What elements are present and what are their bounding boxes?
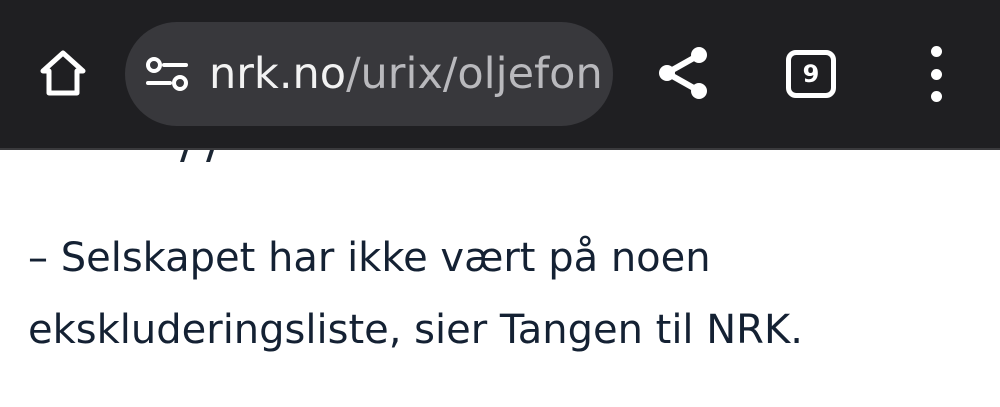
site-settings-button[interactable] xyxy=(143,52,191,96)
toolbar-divider xyxy=(0,148,1000,150)
home-button[interactable] xyxy=(30,40,96,106)
url-text[interactable]: nrk.no/urix/oljefon xyxy=(209,22,605,126)
url-host: nrk.no xyxy=(209,49,347,99)
browser-toolbar: nrk.no/urix/oljefon 9 xyxy=(0,0,1000,148)
home-icon xyxy=(40,50,86,96)
url-path: /urix/oljefon xyxy=(346,49,603,99)
tab-switcher-button[interactable]: 9 xyxy=(786,50,836,98)
menu-dot xyxy=(930,46,942,57)
share-icon xyxy=(659,47,707,99)
menu-dot xyxy=(930,68,942,80)
article-paragraph: – Selskapet har ikke vært på noen eksklu… xyxy=(28,235,803,353)
more-vert-icon[interactable] xyxy=(916,46,956,102)
tab-count: 9 xyxy=(802,60,820,88)
address-bar[interactable]: nrk.no/urix/oljefon xyxy=(125,22,613,126)
menu-dot xyxy=(930,91,942,102)
clipped-text-fragment xyxy=(174,150,234,162)
article-body: – Selskapet har ikke vært på noen eksklu… xyxy=(28,222,988,366)
tune-icon xyxy=(146,57,188,91)
share-button[interactable] xyxy=(652,42,714,104)
